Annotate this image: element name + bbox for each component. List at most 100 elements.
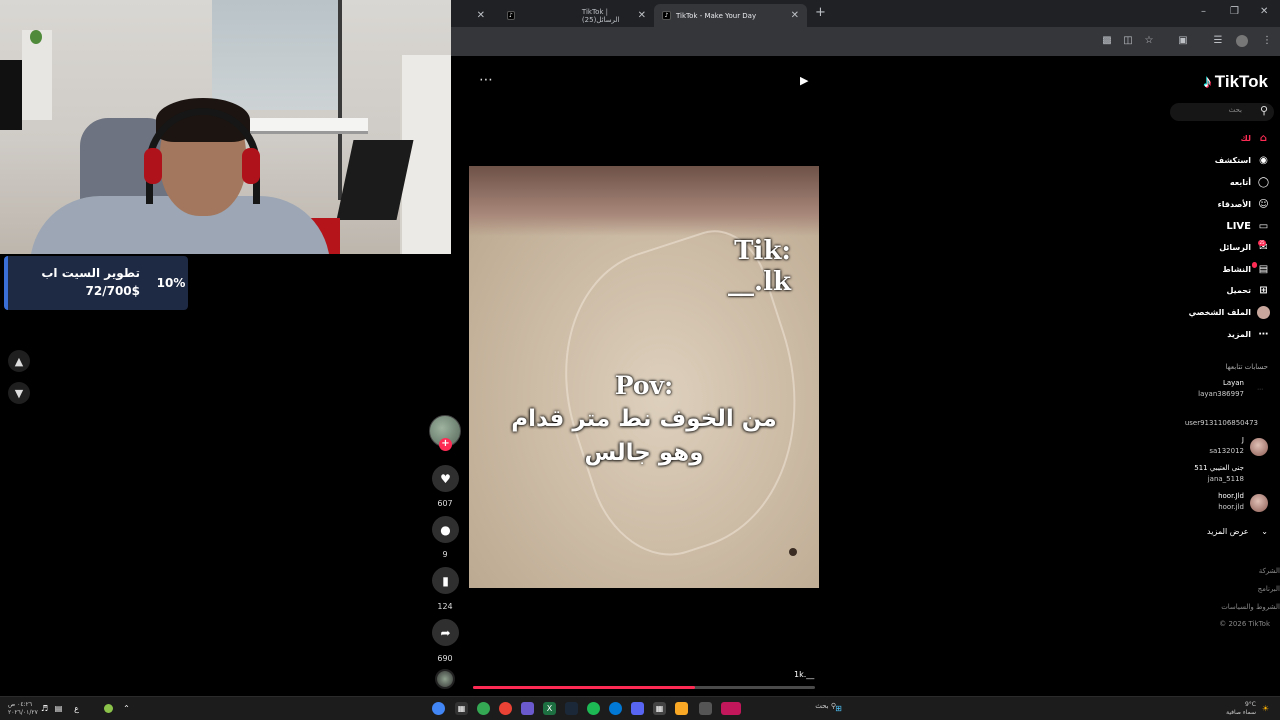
volume-icon[interactable]: ▶: [800, 74, 808, 87]
see-more-button[interactable]: ⌄ عرض المزيد: [1207, 527, 1268, 536]
music-disc-icon[interactable]: [435, 669, 455, 689]
share-arrow-icon: ➦: [440, 625, 451, 640]
volume-tray-icon[interactable]: ♬: [38, 702, 51, 715]
account-item[interactable]: Layan layan386997: [1198, 378, 1244, 400]
calendar-icon[interactable]: ▦: [653, 702, 666, 715]
follow-plus-icon[interactable]: +: [439, 438, 452, 451]
profile-avatar-icon[interactable]: [1236, 35, 1248, 47]
activity-dot: [1252, 262, 1257, 268]
sidebar-item-activity[interactable]: ▤ النشاط: [1223, 263, 1270, 276]
app-purple-icon[interactable]: [521, 702, 534, 715]
sidebar-item-following[interactable]: ◯ أتابعه: [1230, 176, 1270, 189]
webcam-door-edge: [338, 0, 342, 200]
app-thumb-icon[interactable]: [721, 702, 741, 715]
next-video-button[interactable]: ▼: [8, 382, 30, 404]
account-item[interactable]: user9131106850473: [1185, 418, 1258, 429]
network-tray-icon[interactable]: ▤: [52, 702, 65, 715]
footer-link-program[interactable]: البرنامج: [1258, 585, 1280, 593]
close-icon: ✕: [476, 10, 485, 21]
caption-handle: __.lk: [728, 267, 791, 297]
account-avatar[interactable]: [1250, 438, 1268, 456]
search-icon[interactable]: ⚲: [1260, 104, 1268, 117]
taskbar-clock[interactable]: ٠٤:٢٦ ص ٢٠٢٦/٠١/٢٧: [8, 701, 38, 717]
account-username: layan386997: [1198, 390, 1244, 398]
sidebar-item-label: المزيد: [1227, 330, 1251, 339]
goal-title: تطوير السيت اب: [41, 266, 140, 280]
sidebar-item-friends[interactable]: ☺ الأصدقاء: [1218, 198, 1270, 211]
tiktok-logo[interactable]: ♪ TikTok: [1203, 72, 1268, 92]
chrome-profile-icon[interactable]: [477, 702, 490, 715]
webcam-tv: [0, 60, 22, 130]
notepad-icon[interactable]: [699, 702, 712, 715]
steam-icon[interactable]: [565, 702, 578, 715]
extensions-icon[interactable]: ▣: [1177, 35, 1189, 47]
footer-link-company[interactable]: الشركة: [1259, 567, 1280, 575]
calculator-icon[interactable]: ▦: [455, 702, 468, 715]
chevron-up-icon: ▲: [14, 354, 24, 368]
close-icon[interactable]: ✕: [638, 10, 646, 21]
chrome-icon[interactable]: [432, 702, 445, 715]
like-button[interactable]: ♥: [432, 465, 459, 492]
windows-start-icon[interactable]: ⊞: [832, 702, 845, 715]
sidebar-item-more[interactable]: ⋯ المزيد: [1227, 328, 1270, 341]
account-username: user9131106850473: [1184, 419, 1258, 427]
tab-tiktok-home[interactable]: ♪ TikTok - Make Your Day ✕: [654, 4, 807, 27]
tab-messages[interactable]: ♪ TikTok | الرسائل(25) ✕: [499, 4, 654, 27]
search-input[interactable]: بحث ⚲: [1170, 103, 1274, 121]
tab-close-partial[interactable]: ✕: [475, 4, 485, 27]
more-options-icon[interactable]: ⋯: [479, 72, 494, 88]
account-avatar[interactable]: [1250, 494, 1268, 512]
new-tab-button[interactable]: +: [815, 5, 826, 20]
comment-icon: ●: [440, 522, 451, 537]
menu-kebab-icon[interactable]: ⋮: [1261, 35, 1273, 47]
sidebar-item-upload[interactable]: ⊞ تحميل: [1226, 284, 1270, 297]
tab-messages-label: TikTok | الرسائل(25): [581, 7, 620, 24]
sidebar-item-for-you[interactable]: ⌂ لك: [1241, 132, 1270, 145]
close-window-icon[interactable]: ✕: [1260, 6, 1268, 17]
footer-link-terms[interactable]: الشروط والسياسات: [1221, 603, 1280, 611]
comment-button[interactable]: ●: [432, 516, 459, 543]
sidebar-item-explore[interactable]: ◉ استكشف: [1215, 154, 1270, 167]
edge-icon[interactable]: [609, 702, 622, 715]
install-app-icon[interactable]: ◫: [1122, 35, 1134, 47]
media-control-icon[interactable]: ☰: [1212, 35, 1224, 47]
excel-icon[interactable]: X: [543, 702, 556, 715]
tiktok-favicon-icon: ♪: [662, 11, 671, 20]
app-red-icon[interactable]: [499, 702, 512, 715]
webcam-window: [212, 0, 342, 110]
restore-icon[interactable]: ❐: [1230, 6, 1239, 17]
account-item[interactable]: hoor.Jld hoor.jld: [1218, 491, 1244, 513]
translate-icon[interactable]: ▩: [1101, 35, 1113, 47]
screen: 10% تطوير السيت اب 72/700$ ▲ ▼ ✕ ♪ TikTo…: [0, 0, 1280, 720]
taskbar-search-label: بحث: [815, 702, 829, 710]
account-username: sa132012: [1209, 447, 1244, 455]
file-explorer-icon[interactable]: [675, 702, 688, 715]
tray-expand-icon[interactable]: ⌃: [120, 702, 133, 715]
taskbar-search[interactable]: ⚲ بحث: [790, 702, 836, 716]
language-tray-icon[interactable]: ع: [70, 702, 83, 715]
account-item[interactable]: جنى العتيبي 511 jana_5118: [1194, 463, 1244, 485]
sidebar-item-label: لك: [1240, 134, 1251, 143]
share-button[interactable]: ➦: [432, 619, 459, 646]
friends-icon: ☺: [1258, 199, 1269, 210]
video-author[interactable]: 1k.__: [794, 670, 814, 679]
previous-video-button[interactable]: ▲: [8, 350, 30, 372]
close-icon[interactable]: ✕: [791, 10, 799, 21]
goal-amount: 72/700$: [85, 284, 140, 298]
save-button[interactable]: ▮: [432, 567, 459, 594]
sidebar-item-live[interactable]: ▭ LIVE: [1226, 220, 1270, 233]
sidebar-item-profile[interactable]: الملف الشخصي: [1189, 306, 1270, 319]
sidebar-item-label: تحميل: [1226, 286, 1251, 295]
spotify-icon[interactable]: [587, 702, 600, 715]
weather-widget[interactable]: 9°C سماء صافية: [1222, 701, 1256, 717]
account-item[interactable]: J sa132012: [1209, 435, 1244, 457]
video-player[interactable]: Tik: __.lk Pov: من الخوف نط متر قدام وهو…: [469, 166, 819, 588]
weather-desc: سماء صافية: [1226, 709, 1256, 716]
tray-app-icon[interactable]: [104, 704, 113, 713]
video-progress-bar[interactable]: [473, 686, 815, 689]
discord-icon[interactable]: [631, 702, 644, 715]
bookmark-star-icon[interactable]: ☆: [1143, 35, 1155, 47]
see-more-label: عرض المزيد: [1207, 527, 1249, 536]
minimize-icon[interactable]: –: [1201, 6, 1206, 17]
compass-icon: ◉: [1259, 155, 1268, 166]
